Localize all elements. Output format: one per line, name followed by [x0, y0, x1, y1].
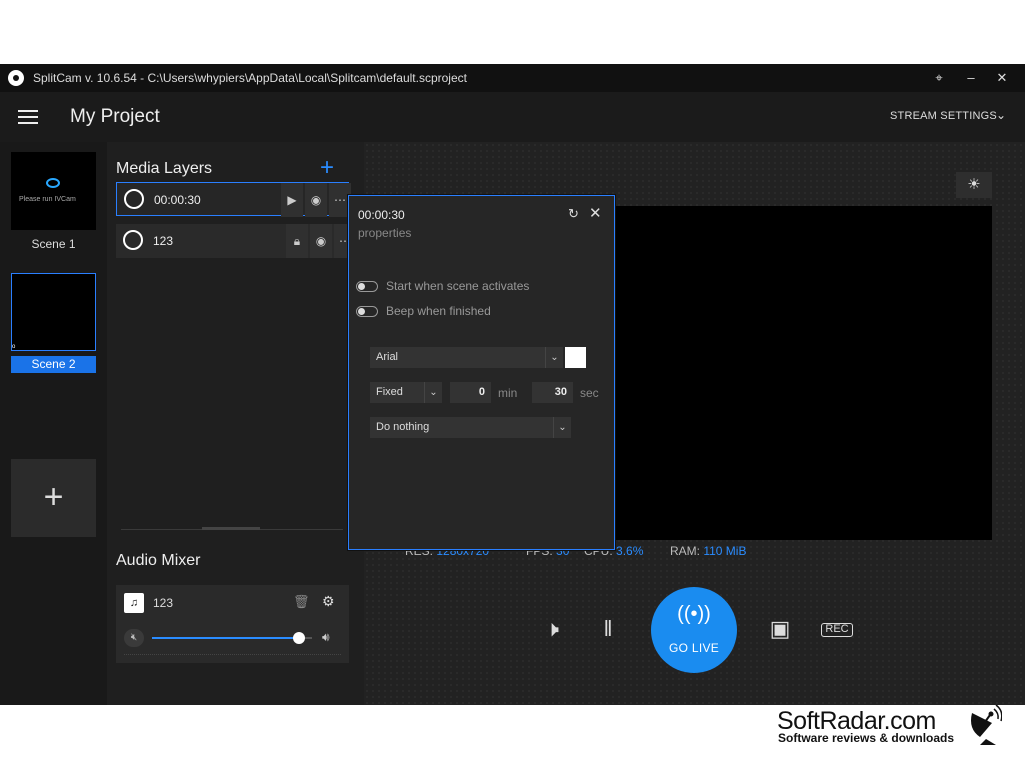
speaker-icon: 🔊︎: [322, 630, 330, 644]
splitcam-window: SplitCam v. 10.6.54 - C:\Users\whypiers\…: [0, 64, 1025, 705]
chevron-down-icon: ⌄: [545, 347, 563, 368]
audio-source-name: 123: [153, 596, 174, 610]
timer-properties-popup: 00:00:30 properties ↻ ✕ Start when scene…: [348, 195, 615, 550]
mute-button[interactable]: 🔇︎: [124, 629, 144, 647]
ivcam-icon: [46, 178, 60, 188]
audio-source-card: ♫ 123 🗑︎ ⚙ 🔇︎ 🔊︎: [116, 585, 349, 663]
trash-icon[interactable]: 🗑︎: [293, 594, 310, 610]
stat-ram: RAM: 110 MiB: [670, 544, 746, 558]
popup-title: 00:00:30: [358, 208, 405, 222]
broadcast-icon: ((•)): [677, 603, 711, 625]
hamburger-menu-icon[interactable]: [18, 110, 38, 124]
layer-row-browser[interactable]: 123 🔒︎ ◉ ⋯: [116, 224, 356, 258]
stat-ram-value: 110 MiB: [703, 544, 747, 558]
visibility-eye-icon[interactable]: ◉: [310, 224, 332, 258]
mode-select-value: Fixed: [376, 386, 403, 398]
media-layers-panel: Media Layers + 00:00:30 ▶ ◉ ⋯ 123 🔒︎ ◉ ⋯…: [107, 142, 364, 705]
media-layers-title: Media Layers: [116, 160, 213, 177]
scenes-panel: Please run IVCam Scene 1 o Scene 2 +: [0, 142, 107, 705]
chevron-down-icon[interactable]: ⌄: [996, 108, 1006, 122]
layer-label: 00:00:30: [154, 193, 201, 207]
scene-1-label[interactable]: Scene 1: [11, 237, 96, 251]
splitcam-logo-icon: [8, 70, 24, 86]
scene-2-label[interactable]: Scene 2: [11, 356, 96, 373]
add-scene-button[interactable]: +: [11, 459, 96, 537]
scene-1-thumbnail[interactable]: Please run IVCam: [11, 152, 96, 230]
reset-icon[interactable]: ↻: [568, 206, 579, 222]
minutes-input[interactable]: 0: [450, 382, 491, 403]
pin-icon[interactable]: ⌖: [928, 68, 950, 88]
volume-slider[interactable]: [152, 632, 312, 644]
go-live-label: GO LIVE: [668, 641, 720, 655]
finish-action-value: Do nothing: [376, 421, 430, 433]
close-icon[interactable]: ✕: [589, 204, 602, 222]
record-button[interactable]: REC: [821, 623, 853, 637]
close-window-button[interactable]: ✕: [991, 68, 1013, 88]
layer-row-timer[interactable]: 00:00:30 ▶ ◉ ⋯: [116, 182, 351, 217]
stream-settings-button[interactable]: STREAM SETTINGS: [890, 110, 997, 122]
start-on-activate-label: Start when scene activates: [386, 279, 530, 293]
scene-2-marker: o: [12, 344, 16, 350]
minutes-unit: min: [498, 386, 518, 400]
play-button[interactable]: ▶: [281, 183, 303, 217]
add-layer-button[interactable]: +: [320, 154, 334, 182]
watermark: SoftRadar.com Software reviews & downloa…: [0, 705, 1025, 769]
go-live-button[interactable]: ((•)) GO LIVE: [651, 587, 737, 673]
globe-icon: [123, 230, 143, 250]
popup-subtitle: properties: [358, 226, 412, 240]
speaker-volume-icon[interactable]: 🕨︎: [536, 616, 568, 642]
app-header: My Project STREAM SETTINGS ⌄: [0, 92, 1025, 142]
audio-mixer-title: Audio Mixer: [116, 552, 201, 569]
brightness-icon[interactable]: ☀: [956, 172, 992, 198]
resize-handle[interactable]: [202, 527, 260, 530]
stopwatch-icon: [124, 189, 144, 209]
seconds-input[interactable]: 30: [532, 382, 573, 403]
video-preview: [614, 206, 992, 540]
start-on-activate-toggle[interactable]: [356, 281, 378, 292]
chevron-down-icon: ⌄: [553, 417, 571, 438]
beep-label: Beep when finished: [386, 304, 491, 318]
minimize-button[interactable]: –: [960, 68, 982, 88]
lock-icon[interactable]: 🔒︎: [286, 224, 308, 258]
gear-icon[interactable]: ⚙: [322, 593, 335, 610]
font-select-value: Arial: [376, 351, 399, 363]
seconds-unit: sec: [580, 386, 599, 400]
layer-label: 123: [153, 234, 174, 248]
title-bar: SplitCam v. 10.6.54 - C:\Users\whypiers\…: [0, 64, 1025, 92]
satellite-dish-icon: [971, 705, 1002, 745]
beep-toggle[interactable]: [356, 306, 378, 317]
pause-button[interactable]: ‖: [596, 616, 620, 642]
stat-ram-label: RAM:: [670, 544, 700, 558]
color-swatch[interactable]: [565, 347, 586, 368]
scene-1-preview-text: Please run IVCam: [19, 196, 76, 203]
project-title: My Project: [70, 106, 160, 127]
mode-select[interactable]: Fixed ⌄: [370, 382, 442, 403]
audio-file-icon: ♫: [124, 593, 144, 613]
chevron-down-icon: ⌄: [424, 382, 442, 403]
level-meter: [124, 654, 341, 655]
window-title: SplitCam v. 10.6.54 - C:\Users\whypiers\…: [33, 71, 467, 85]
screenshot-frame: SplitCam v. 10.6.54 - C:\Users\whypiers\…: [0, 0, 1025, 769]
volume-fill: [152, 637, 300, 639]
finish-action-select[interactable]: Do nothing ⌄: [370, 417, 571, 438]
volume-knob[interactable]: [293, 632, 306, 644]
watermark-subtitle: Software reviews & downloads: [778, 731, 955, 745]
visibility-eye-icon[interactable]: ◉: [305, 183, 327, 217]
scene-2-thumbnail[interactable]: o: [11, 273, 96, 351]
stat-cpu-value: 3.6%: [616, 544, 644, 558]
font-select[interactable]: Arial ⌄: [370, 347, 563, 368]
camera-snapshot-icon[interactable]: ▣: [765, 616, 795, 642]
